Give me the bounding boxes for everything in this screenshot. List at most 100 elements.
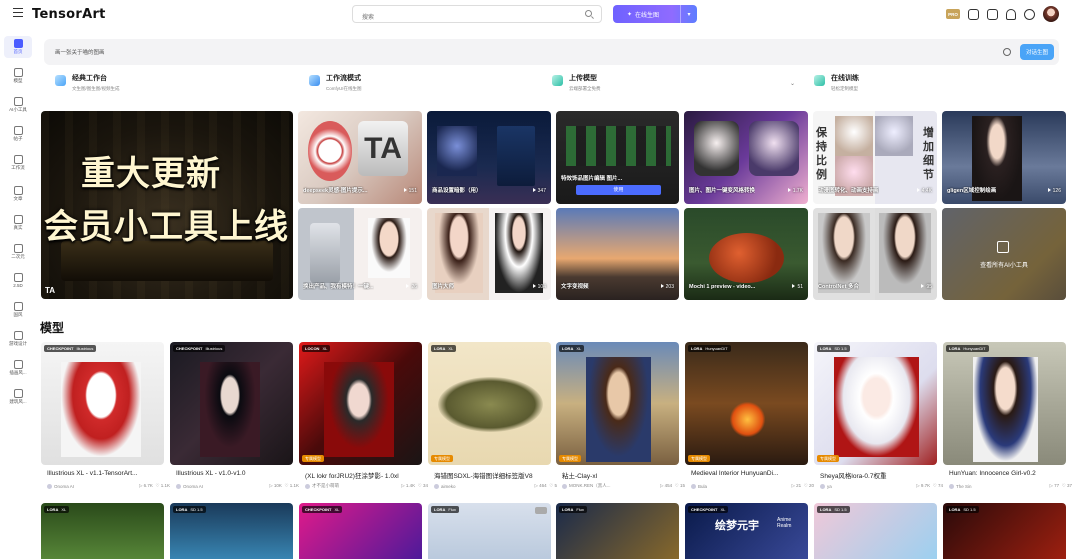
model-meta: Onoma AI ▷ 10K ♡ 1.1K [176,483,299,489]
tool-card[interactable]: 使用 特效饰品图片编辑 图片... [556,111,679,204]
model-name[interactable]: Medieval Interior HunyuanDi... [691,470,814,477]
nav-articles[interactable]: 文章 [4,183,32,205]
article-icon [13,186,23,195]
feature-upload-model[interactable]: 上传模型 云端部署全免费 ⌄ [552,68,802,100]
search-input[interactable] [353,10,563,26]
tool-card[interactable]: 文字变视频 203 [556,208,679,300]
model-meta: Bula ▷ 21 ♡ 20 [691,483,814,489]
use-button[interactable]: 使用 [576,185,661,195]
model-name[interactable]: Sheya风格lora-0.7权重 [820,470,943,480]
model-card[interactable]: LORA XL 专属模型 [428,342,551,465]
banner-logo: TA [45,286,56,295]
nav-illustration[interactable]: 插画风... [4,357,32,379]
anime-icon [13,244,23,253]
model-card[interactable]: LORA HunyuanDiT 专属模型 [685,342,808,465]
model-card[interactable]: LORA SD 1.5 [943,503,1066,559]
photo-icon [13,215,23,224]
tool-icon [13,97,23,106]
model-name[interactable]: 海错图SDXL-海错图详细标签版V8 [434,470,557,480]
model-card[interactable]: CHECKPOINT Illustrious [41,342,164,465]
nav-models[interactable]: 模型 [4,65,32,87]
chat-generate-button[interactable]: 对话生图 [1020,44,1054,60]
logo[interactable]: TensorArt [32,7,106,22]
view-all-tools-card[interactable]: 查看所有AI小工具 [942,208,1066,300]
tool-card[interactable]: 换出产品、我有模特！一键... 26 [298,208,422,300]
feature-workflow-mode[interactable]: 工作流模式 ComfyUI在线生图 [309,68,362,100]
brush-icon [13,360,23,369]
pro-badge [535,507,547,514]
feature-classic-workbench[interactable]: 经典工作台 文生图/图生图/视频生成 [55,68,120,100]
section-title-models: 模型 [40,321,65,335]
model-card[interactable]: CHECKPOINT XL [299,503,422,559]
nav-workflow[interactable]: 工作流 [4,152,32,174]
search-icon[interactable] [585,10,592,17]
training-icon [814,75,825,86]
model-card[interactable]: CHECKPOINT Illustrious [170,342,293,465]
fan-icon [13,302,23,311]
tool-card[interactable]: 商品设置暗影（用） 347 [427,111,551,204]
tool-card[interactable]: 保持比例 增加细节 动漫图转化、动画支持画 4.4K [813,111,937,204]
cube-icon [552,75,563,86]
calendar-icon[interactable] [987,8,998,20]
model-meta: MONK.REN（黑人... ▷ 454 ♡ 15 [562,483,685,489]
prompt-placeholder[interactable]: 画一张关于喵的图画 [55,48,105,56]
bell-icon[interactable] [1006,8,1016,20]
chevron-down-icon[interactable]: ⌄ [790,80,795,87]
tool-card[interactable]: 图片大师 104 [427,208,551,300]
settings-icon[interactable] [1003,48,1011,56]
model-card[interactable]: LORA Flux [428,503,551,559]
model-name[interactable]: Illustrious XL - v1.1-TensorArt... [47,470,170,477]
banner-title-line1: 重大更新 [81,154,221,194]
nav-anime[interactable]: 二次元 [4,241,32,263]
grid-icon [997,241,1009,253]
model-card[interactable]: CHECKPOINT XL 绘梦元宇 Anime Realm [685,503,808,559]
model-card[interactable]: LORA HunyuanDiT [943,342,1066,465]
nav-guofeng[interactable]: 国风 [4,299,32,321]
tool-card[interactable]: TA deepseek灵感-图片提示... 151 [298,111,422,204]
gamepad-icon [13,331,23,340]
tool-card[interactable]: Mochi 1 preview - video... 51 [684,208,808,300]
feature-online-training[interactable]: 在线训练 轻松定制模型 [814,68,859,100]
tool-card[interactable]: ControlNet 多合 95 [813,208,937,300]
tool-card[interactable]: 图片、图片一键变风格转换 1.7K [684,111,808,204]
wand-icon: ✦ [627,11,633,18]
generate-button[interactable]: ✦ 在线生图 ▾ [613,5,697,23]
layers-icon [13,273,23,282]
cube-icon [13,68,23,77]
chat-icon[interactable] [968,8,979,20]
model-card[interactable]: LORA XL [41,503,164,559]
top-bar: TensorArt ✦在线生图 ▾ PRO [0,0,1080,30]
prompt-box[interactable]: 画一张关于喵的图画 对话生图 [44,39,1059,65]
nav-home[interactable]: 首页 [4,36,32,58]
model-card[interactable]: LORA SD 1.5 [170,503,293,559]
model-meta: Onoma AI ▷ 6.7K ♡ 1.1K [47,483,170,489]
model-card[interactable]: LORA Flux [556,503,679,559]
model-card[interactable]: LORA SD 1.5 专属模型 [814,342,937,465]
model-card[interactable]: LORA SD 1.5 [814,503,937,559]
menu-icon[interactable] [13,8,23,17]
tool-card[interactable]: gligen区域控制绘画 126 [942,111,1066,204]
user-avatar[interactable] [1043,6,1059,22]
nav-architecture[interactable]: 建筑风... [4,386,32,408]
generate-label: 在线生图 [635,12,660,19]
update-banner[interactable]: 重大更新 会员小工具上线 TA [41,111,293,299]
model-name[interactable]: Illustrious XL - v1.0-v1.0 [176,470,299,477]
generate-dropdown[interactable]: ▾ [680,5,697,23]
workflow-icon [309,75,320,86]
model-card[interactable]: LOCON XL 专属模型 [299,342,422,465]
model-name[interactable]: 粘土-Clay-xl [562,470,685,480]
feature-row: 经典工作台 文生图/图生图/视频生成 工作流模式 ComfyUI在线生图 上传模型云… [44,68,1059,100]
nav-realistic[interactable]: 真实 [4,212,32,234]
model-meta: The Sin ▷ 77 ♡ 37 [949,483,1072,489]
model-meta: aimeko ▷ 464 ♡ 5 [434,483,557,489]
search-box[interactable] [352,5,602,26]
model-card[interactable]: LORA XL 专属模型 [556,342,679,465]
nav-25d[interactable]: 2.5D [4,270,32,292]
model-name[interactable]: HunYuan: Innocence Girl-v0.2 [949,470,1072,477]
model-name[interactable]: (XL lokr forJRU2)狂涂梦影- 1.0xl [305,470,428,480]
grid-apps-icon[interactable] [1024,8,1035,20]
nav-ai-tools[interactable]: AI小工具 [4,94,32,116]
nav-game-design[interactable]: 游戏设计 [4,328,32,350]
nav-posts[interactable]: 帖子 [4,123,32,145]
pro-badge[interactable]: PRO [946,9,960,19]
